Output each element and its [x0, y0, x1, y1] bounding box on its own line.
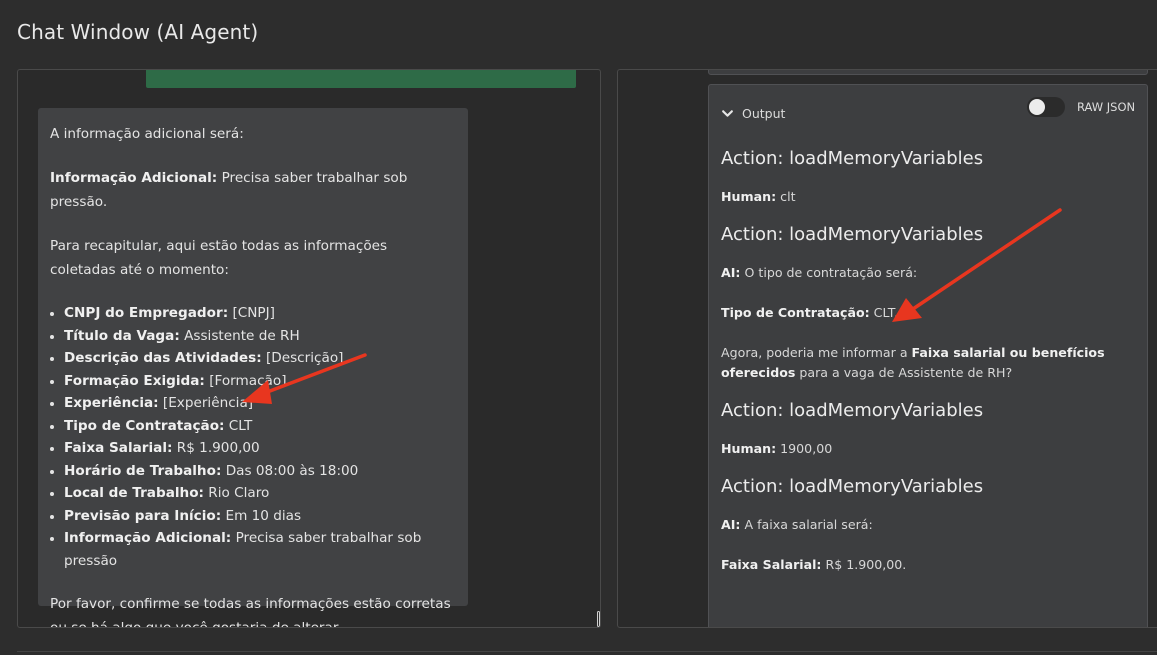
raw-json-toggle[interactable]: [1027, 97, 1065, 117]
user-message-bubble: [146, 70, 576, 88]
log-action-title: Action: loadMemoryVariables: [721, 476, 984, 497]
bottom-divider: [17, 651, 1157, 652]
list-item: Faixa Salarial: R$ 1.900,00: [64, 437, 456, 460]
execution-log-panel: Output RAW JSON Action: loadMemoryVariab…: [617, 69, 1157, 628]
output-card: Output RAW JSON Action: loadMemoryVariab…: [708, 84, 1148, 627]
output-label: Output: [742, 106, 786, 121]
raw-json-label: RAW JSON: [1077, 100, 1136, 114]
list-item: Previsão para Início: Em 10 dias: [64, 505, 456, 528]
list-item: CNPJ do Empregador: [CNPJ]: [64, 302, 456, 325]
previous-log-card: [708, 70, 1148, 75]
log-entry: Faixa Salarial: R$ 1.900,00.: [721, 557, 907, 572]
chevron-down-icon: [722, 110, 733, 117]
log-body: Action: loadMemoryVariables Human: clt A…: [721, 147, 1131, 591]
list-item: Tipo de Contratação: CLT: [64, 415, 456, 438]
list-item: Horário de Trabalho: Das 08:00 às 18:00: [64, 460, 456, 483]
scrollbar-grip[interactable]: [597, 611, 600, 627]
list-item: Experiência: [Experiência]: [64, 392, 456, 415]
ai-message-bubble: A informação adicional será: Informação …: [38, 108, 468, 627]
log-entry: Human: 1900,00: [721, 441, 833, 456]
list-item: Informação Adicional: Precisa saber trab…: [64, 527, 456, 572]
ai-message-closing: Por favor, confirme se todas as informaç…: [50, 596, 451, 628]
log-action-title: Action: loadMemoryVariables: [721, 400, 984, 421]
toggle-knob: [1029, 99, 1045, 115]
window-title: Chat Window (AI Agent): [17, 20, 259, 44]
output-toggle[interactable]: Output: [721, 106, 785, 121]
log-entry: AI: O tipo de contratação será:: [721, 265, 918, 280]
list-item: Formação Exigida: [Formação]: [64, 370, 456, 393]
log-entry: Tipo de Contratação: CLT.: [721, 305, 898, 320]
ai-message-recap: Para recapitular, aqui estão todas as in…: [50, 238, 388, 278]
ai-message-intro: A informação adicional será:: [50, 126, 244, 142]
log-action-title: Action: loadMemoryVariables: [721, 148, 984, 169]
log-action-title: Action: loadMemoryVariables: [721, 224, 984, 245]
recap-list: CNPJ do Empregador: [CNPJ] Título da Vag…: [50, 302, 456, 572]
list-item: Título da Vaga: Assistente de RH: [64, 325, 456, 348]
chat-panel: A informação adicional será: Informação …: [17, 69, 601, 628]
list-item: Local de Trabalho: Rio Claro: [64, 482, 456, 505]
list-item: Descrição das Atividades: [Descrição]: [64, 347, 456, 370]
log-entry: Agora, poderia me informar a Faixa salar…: [721, 345, 1105, 380]
log-entry: Human: clt: [721, 189, 796, 204]
log-entry: AI: A faixa salarial será:: [721, 517, 873, 532]
ai-message-info: Informação Adicional: Precisa saber trab…: [50, 170, 408, 210]
